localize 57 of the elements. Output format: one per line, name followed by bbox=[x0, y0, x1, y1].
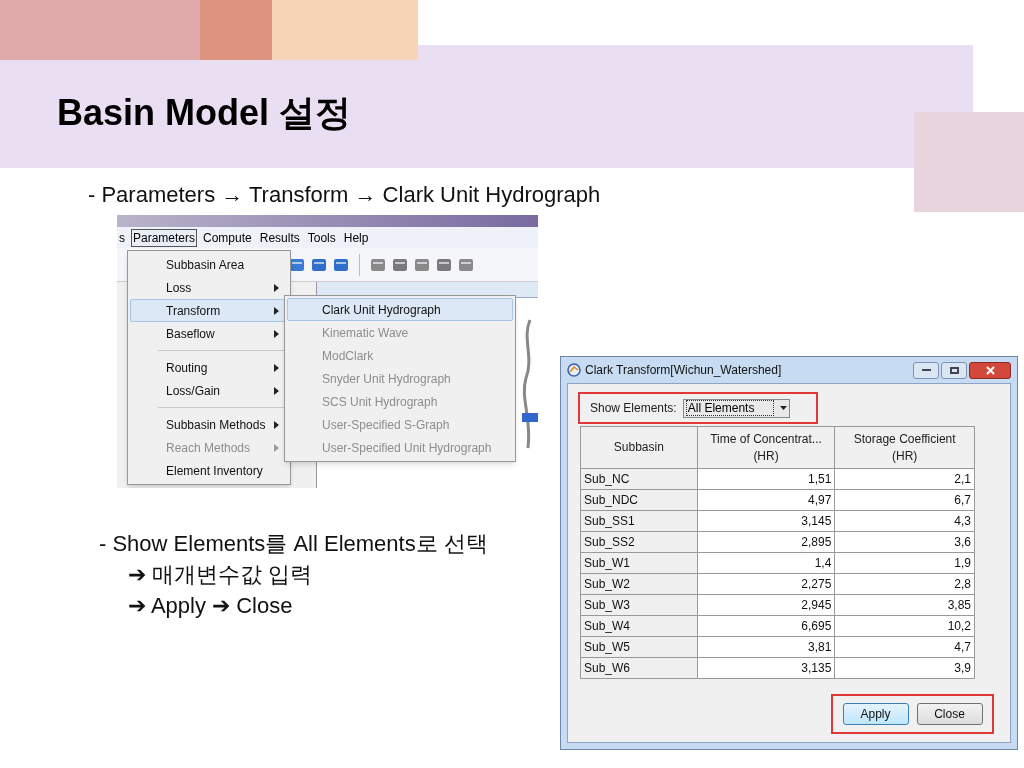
dropdown-caret-icon bbox=[779, 406, 787, 410]
table-cell: Sub_NC bbox=[580, 468, 698, 490]
menu-item[interactable]: Routing bbox=[130, 356, 288, 379]
menu-bar-item[interactable]: Results bbox=[257, 228, 302, 247]
show-elements-dropdown[interactable]: All Elements bbox=[682, 398, 790, 418]
table-cell: Sub_W3 bbox=[580, 594, 698, 616]
toolbar-icon[interactable] bbox=[458, 257, 474, 272]
menu-bar-item[interactable]: s bbox=[117, 228, 127, 247]
submenu-arrow-icon bbox=[274, 443, 279, 452]
submenu-arrow-icon bbox=[274, 420, 279, 429]
bullet-text: ➔ Apply ➔ Close bbox=[128, 592, 293, 620]
toolbar-icon[interactable] bbox=[414, 257, 430, 272]
submenu-arrow-icon bbox=[274, 386, 279, 395]
column-header[interactable]: Subbasin bbox=[580, 426, 698, 469]
menu-bar-item[interactable]: Help bbox=[341, 228, 371, 247]
table-cell: Sub_W5 bbox=[580, 636, 698, 658]
submenu-arrow-icon bbox=[274, 363, 279, 372]
toolbar-icon[interactable] bbox=[311, 257, 327, 272]
toolbar-icon[interactable] bbox=[333, 257, 349, 272]
bullet-text: - Parameters → Transform → Clark Unit Hydrograph bbox=[88, 181, 601, 209]
toolbar-icon[interactable] bbox=[392, 257, 408, 272]
minimize-button[interactable] bbox=[913, 361, 939, 379]
menu-bar-item[interactable]: Parameters bbox=[131, 228, 198, 247]
field-label: Show Elements: bbox=[590, 400, 677, 417]
bullet-text: ➔ 매개변수값 입력 bbox=[128, 561, 313, 589]
app-icon bbox=[567, 363, 581, 377]
toolbar-icon[interactable] bbox=[436, 257, 452, 272]
dialog-button[interactable]: Close bbox=[916, 703, 983, 725]
table-cell: Sub_W4 bbox=[580, 615, 698, 637]
maximize-button[interactable] bbox=[941, 361, 967, 379]
table-cell: Sub_SS2 bbox=[580, 531, 698, 553]
menu-item[interactable]: Element Inventory bbox=[130, 459, 288, 482]
bullet-text: - Show Elements를 All Elements로 선택 bbox=[99, 530, 488, 558]
menu-item[interactable]: Clark Unit Hydrograph bbox=[287, 298, 513, 321]
close-icon bbox=[985, 365, 995, 375]
table-cell: Sub_NDC bbox=[580, 489, 698, 511]
menu-bar-item[interactable]: Compute bbox=[201, 228, 254, 247]
slide-title: Basin Model 설정 bbox=[57, 91, 352, 135]
menu-bar-item[interactable]: Tools bbox=[305, 228, 338, 247]
close-button[interactable] bbox=[969, 361, 1011, 379]
column-header[interactable]: Time of Concentrat... (HR) bbox=[697, 426, 835, 469]
menu-item[interactable]: Loss bbox=[130, 276, 288, 299]
menu-item[interactable]: Loss/Gain bbox=[130, 379, 288, 402]
table-cell: Sub_W2 bbox=[580, 573, 698, 595]
table-cell: Sub_SS1 bbox=[580, 510, 698, 532]
dialog-button[interactable]: Apply bbox=[842, 703, 909, 725]
table-cell: Sub_W6 bbox=[580, 657, 698, 679]
window-title: Clark Transform[Wichun_Watershed] bbox=[585, 362, 783, 379]
submenu-arrow-icon bbox=[274, 329, 279, 338]
menu-item[interactable]: Subbasin Area bbox=[130, 253, 288, 276]
submenu-arrow-icon bbox=[274, 306, 279, 315]
table-cell: Sub_W1 bbox=[580, 552, 698, 574]
menu-item[interactable]: Subbasin Methods bbox=[130, 413, 288, 436]
submenu-arrow-icon bbox=[274, 283, 279, 292]
column-header[interactable]: Storage Coefficient (HR) bbox=[834, 426, 975, 469]
menu-item[interactable]: Baseflow bbox=[130, 322, 288, 345]
toolbar-icon[interactable] bbox=[370, 257, 386, 272]
